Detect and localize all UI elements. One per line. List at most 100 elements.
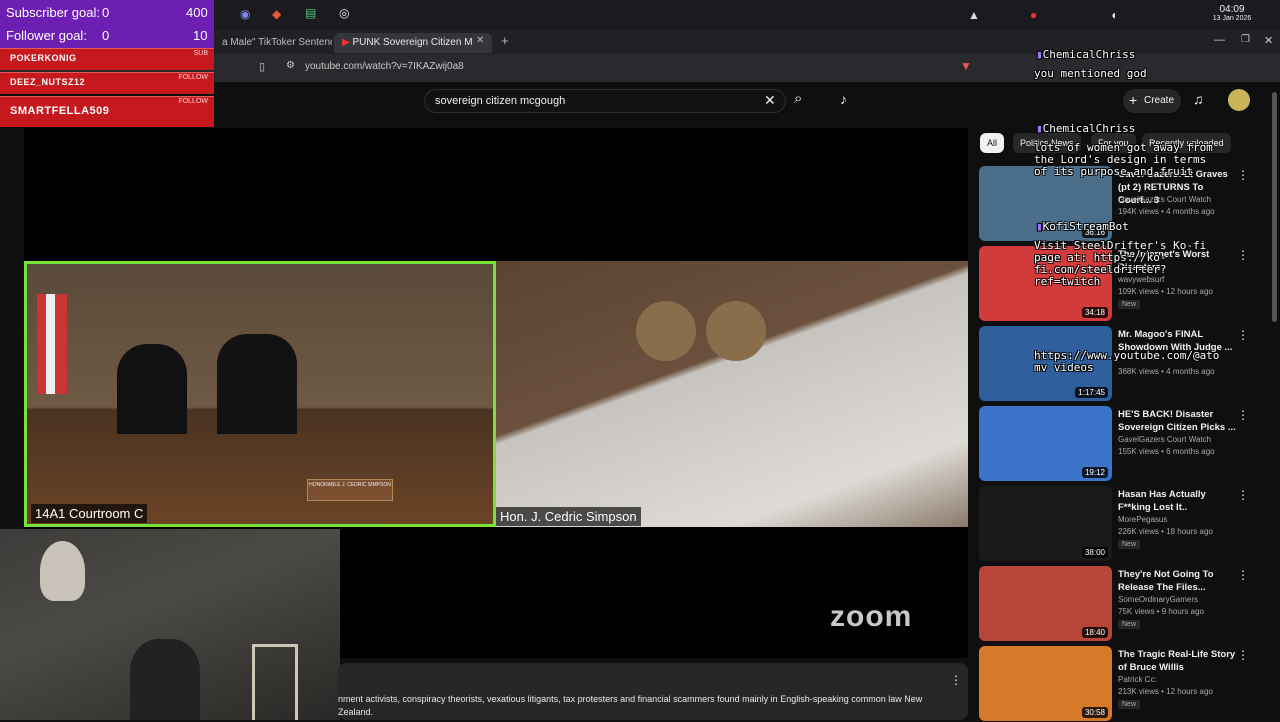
video-duration: 19:12 — [1081, 467, 1108, 478]
browser-tab-2[interactable]: ▶ PUNK Sovereign Citizen M — [334, 33, 492, 53]
bookmark-icon[interactable]: ▯ — [259, 60, 265, 73]
more-options-icon[interactable]: ⋮ — [1237, 648, 1249, 662]
video-meta: 194K views • 4 months ago — [1118, 207, 1215, 216]
minimize-icon[interactable]: — — [1214, 34, 1225, 46]
record-icon[interactable]: ● — [1030, 8, 1037, 22]
video-title[interactable]: Hasan Has Actually F**king Lost It.. — [1118, 488, 1238, 514]
search-icon[interactable]: ⌕ — [794, 90, 802, 107]
more-options-icon[interactable]: ⋮ — [1237, 328, 1249, 342]
new-badge: New — [1118, 300, 1141, 309]
obs-icon[interactable]: ◎ — [339, 6, 349, 20]
event-user: DEEZ_NUTSZ12 — [10, 77, 86, 87]
chat-message: https://www.youtube.com/@ato mv videos — [1034, 349, 1220, 374]
chair-shape — [252, 644, 298, 720]
chat-message: you mentioned god — [1034, 67, 1147, 80]
video-title[interactable]: HE'S BACK! Disaster Sovereign Citizen Pi… — [1118, 408, 1238, 434]
channel-name[interactable]: MorePegasus — [1118, 515, 1167, 524]
clock-date: 13 Jan 2026 — [1212, 15, 1252, 22]
chat-username-text: ChemicalChriss — [1042, 122, 1136, 135]
chair-shape — [217, 334, 297, 434]
follower-goal-label: Follower goal: — [6, 28, 87, 43]
video-thumbnail[interactable]: 18:40 — [979, 566, 1112, 641]
chat-message: Visit SteelDrifter's Ko-fi page at: http… — [1034, 239, 1207, 288]
video-meta: 226K views • 18 hours ago — [1118, 527, 1213, 536]
streamer-webcam — [0, 529, 340, 720]
recommendation-item[interactable]: 38:00 Hasan Has Actually F**king Lost It.… — [979, 486, 1279, 562]
youtube-favicon-icon: ▶ — [342, 37, 350, 48]
create-label: Create — [1144, 95, 1175, 106]
more-options-icon[interactable]: ⋮ — [1237, 248, 1249, 262]
browser-tab-2-title: PUNK Sovereign Citizen M — [352, 37, 473, 48]
event-tag: FOLLOW — [178, 98, 208, 105]
chat-username: ▮ChemicalChriss — [1036, 48, 1136, 61]
app-icon[interactable]: ◆ — [272, 7, 281, 21]
clock-time: 04:09 — [1219, 4, 1245, 15]
event-alert: POKERKONIG SUB — [0, 48, 214, 70]
channel-name[interactable]: SomeOrdinaryGamers — [1118, 595, 1198, 604]
close-window-icon[interactable]: ✕ — [1264, 34, 1273, 47]
volume-icon[interactable]: ◖ — [1110, 8, 1117, 22]
recommendation-item[interactable]: 19:12 HE'S BACK! Disaster Sovereign Citiz… — [979, 406, 1279, 482]
video-duration: 18:40 — [1081, 627, 1108, 638]
subscriber-goal-label: Subscriber goal: — [6, 5, 100, 20]
clear-search-icon[interactable]: ✕ — [764, 92, 776, 109]
recommendation-item[interactable]: 18:40 They're Not Going To Release The Fi… — [979, 566, 1279, 642]
video-thumbnail[interactable]: 30:58 — [979, 646, 1112, 721]
channel-name[interactable]: GavelGazers Court Watch — [1118, 195, 1211, 204]
video-title[interactable]: The Tragic Real-Life Story of Bruce Will… — [1118, 648, 1238, 674]
page-scrollbar[interactable] — [1272, 92, 1277, 322]
video-meta: 75K views • 9 hours ago — [1118, 607, 1204, 616]
event-user: SMARTFELLA509 — [10, 105, 110, 117]
zoom-watermark: zoom — [830, 600, 913, 633]
video-thumbnail[interactable]: 19:12 — [979, 406, 1112, 481]
event-alert: SMARTFELLA509 FOLLOW — [0, 96, 214, 127]
video-description[interactable]: nment activists, conspiracy theorists, v… — [338, 663, 968, 720]
more-options-icon[interactable]: ⋮ — [1237, 488, 1249, 502]
channel-name[interactable]: Patrick Cc: — [1118, 675, 1157, 684]
brave-shield-icon[interactable]: ▼ — [960, 59, 972, 73]
chip-all[interactable]: All — [980, 133, 1005, 153]
search-input[interactable]: sovereign citizen mcgough — [424, 89, 786, 113]
channel-name[interactable]: GavelGazers Court Watch — [1118, 435, 1211, 444]
chat-username: ▮KofiStreamBot — [1036, 220, 1129, 233]
new-badge: New — [1118, 700, 1141, 709]
chat-message: lots of women got away from the Lord's d… — [1034, 141, 1213, 178]
microphone-icon[interactable]: ♪ — [840, 91, 847, 107]
layers-icon[interactable]: ▤ — [305, 6, 316, 20]
video-duration: 1:17:45 — [1075, 387, 1108, 398]
recommendation-item[interactable]: 30:58 The Tragic Real-Life Story of Bruce… — [979, 646, 1279, 722]
video-thumbnail[interactable]: 38:00 — [979, 486, 1112, 561]
more-options-icon[interactable]: ⋮ — [1237, 568, 1249, 582]
more-options-icon[interactable]: ⋮ — [1237, 168, 1249, 182]
discord-icon[interactable]: ◉ — [240, 7, 250, 21]
event-user: POKERKONIG — [10, 53, 77, 63]
video-title[interactable]: They're Not Going To Release The Files..… — [1118, 568, 1238, 594]
bell-icon[interactable]: ♫ — [1193, 91, 1204, 107]
notifications-tray-icon[interactable]: ▲ — [968, 8, 980, 22]
event-alert: DEEZ_NUTSZ12 FOLLOW — [0, 72, 214, 94]
seal-shape — [636, 301, 696, 361]
microphone-shape — [40, 541, 85, 601]
close-tab-icon[interactable]: ✕ — [476, 35, 484, 46]
chair-shape — [117, 344, 187, 434]
chat-username-text: KofiStreamBot — [1042, 220, 1129, 233]
url-field[interactable]: youtube.com/watch?v=7IKAZwij0a8 — [305, 61, 464, 72]
seal-shape — [706, 301, 766, 361]
new-tab-icon[interactable]: + — [501, 33, 509, 48]
avatar[interactable] — [1228, 89, 1250, 111]
video-duration: 30:58 — [1081, 707, 1108, 718]
browser-tab-1[interactable]: a Male" TikToker Sentence — [214, 33, 332, 53]
video-duration: 34:18 — [1081, 307, 1108, 318]
site-info-icon[interactable]: ⚙ — [286, 60, 295, 71]
chat-username-text: ChemicalChriss — [1042, 48, 1136, 61]
more-options-icon[interactable]: ⋮ — [1237, 408, 1249, 422]
new-badge: New — [1118, 540, 1141, 549]
panel1-caption: 14A1 Courtroom C — [31, 504, 148, 523]
more-options-icon[interactable]: ⋮ — [950, 673, 962, 687]
description-text: nment activists, conspiracy theorists, v… — [338, 694, 923, 717]
panel2-caption: Hon. J. Cedric Simpson — [496, 507, 641, 526]
maximize-icon[interactable]: ❐ — [1241, 34, 1250, 45]
video-meta: 155K views • 6 months ago — [1118, 447, 1215, 456]
create-button[interactable]: + Create — [1123, 89, 1181, 113]
nameplate: HONORABLE J. CEDRIC SIMPSON — [307, 479, 393, 501]
